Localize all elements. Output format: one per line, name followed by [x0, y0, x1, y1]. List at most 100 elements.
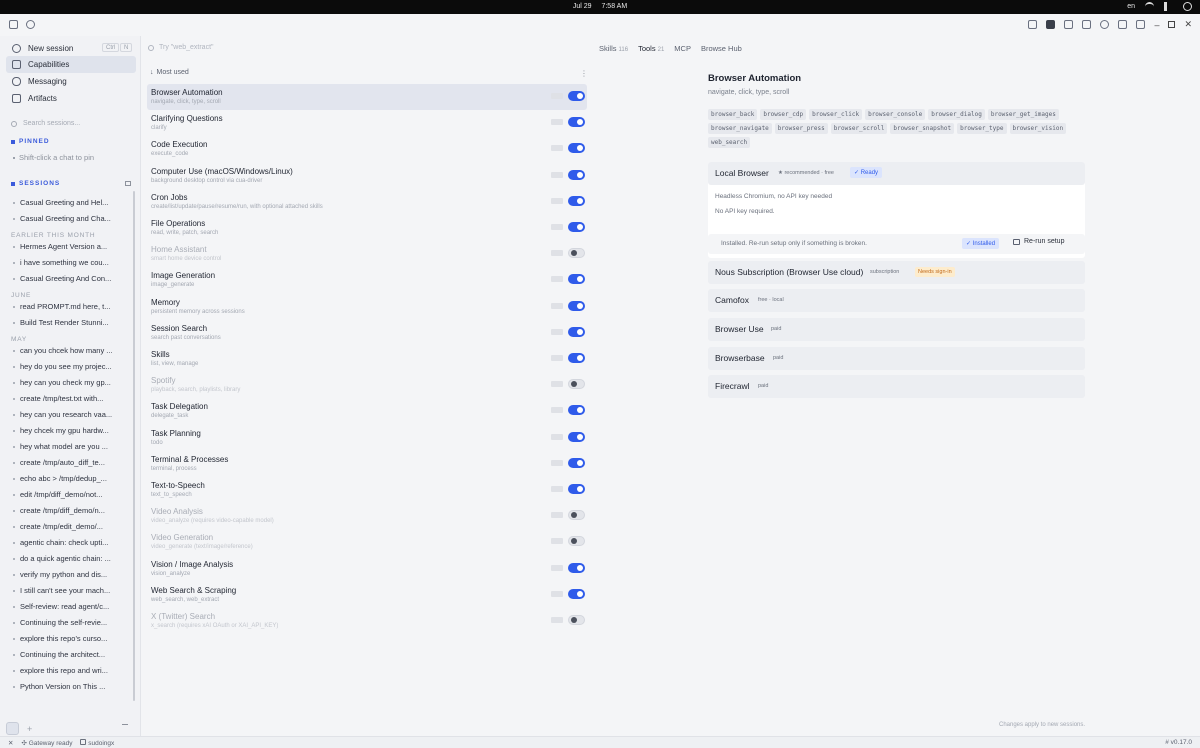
session-item[interactable]: explore this repo's curso...: [13, 634, 125, 643]
tool-config-chip[interactable]: [551, 171, 563, 178]
tool-toggle[interactable]: [568, 195, 585, 206]
tool-config-chip[interactable]: [551, 433, 563, 440]
tool-config-chip[interactable]: [551, 617, 563, 623]
tool-toggle[interactable]: [568, 143, 585, 154]
tool-row[interactable]: Spotify playback, search, playlists, libr…: [147, 372, 587, 398]
tool-row[interactable]: Skills list, view, manage: [147, 346, 587, 372]
tool-config-chip[interactable]: [551, 197, 563, 204]
provider-camofox[interactable]: Camofox free · local: [708, 289, 1085, 312]
tool-config-chip[interactable]: [551, 355, 563, 361]
collapse-icon[interactable]: [122, 724, 128, 725]
image-view-icon[interactable]: [1082, 20, 1092, 29]
tool-toggle[interactable]: [568, 91, 585, 101]
session-item[interactable]: hey can you check my gp...: [13, 378, 125, 387]
os-clock[interactable]: Jul 29 7:58 AM: [0, 3, 1200, 10]
tool-config-chip[interactable]: [551, 512, 563, 519]
tool-toggle[interactable]: [568, 379, 585, 390]
session-item[interactable]: Build Test Render Stunni...: [13, 318, 125, 327]
close-icon[interactable]: ✕: [1184, 19, 1192, 30]
session-item[interactable]: verify my python and dis...: [13, 570, 125, 579]
gateway-status[interactable]: ✣ Gateway ready: [21, 739, 72, 747]
tab-tools[interactable]: Tools 21: [638, 44, 664, 53]
session-item[interactable]: create /tmp/test.txt with...: [13, 394, 125, 403]
tool-row[interactable]: Browser Automation navigate, click, type,…: [147, 84, 587, 110]
tool-row[interactable]: Home Assistant smart home device control: [147, 241, 587, 267]
tab-mcp[interactable]: MCP: [674, 44, 691, 53]
tool-toggle[interactable]: [568, 457, 585, 468]
session-item[interactable]: i have something we cou...: [13, 258, 125, 267]
nav-artifacts[interactable]: Artifacts: [6, 90, 136, 107]
rerun-setup-button[interactable]: Re-run setup: [1013, 238, 1064, 245]
add-icon[interactable]: +: [27, 724, 32, 734]
session-item[interactable]: Self-review: read agent/c...: [13, 602, 125, 611]
session-item[interactable]: agentic chain: check upti...: [13, 538, 125, 547]
session-item[interactable]: hey chcek my gpu hardw...: [13, 426, 125, 435]
tool-config-chip[interactable]: [551, 93, 563, 99]
tool-config-chip[interactable]: [551, 564, 563, 571]
tool-row[interactable]: Computer Use (macOS/Windows/Linux) backgr…: [147, 163, 587, 189]
tool-toggle[interactable]: [568, 248, 585, 259]
nav-capabilities[interactable]: Capabilities: [6, 56, 136, 73]
tool-toggle[interactable]: [568, 353, 585, 363]
tool-toggle[interactable]: [568, 274, 585, 285]
tool-row[interactable]: Text-to-Speech text_to_speech: [147, 477, 587, 503]
session-item[interactable]: can you chcek how many ...: [13, 346, 125, 355]
tool-toggle[interactable]: [568, 562, 585, 573]
session-item[interactable]: Python Version on This ...: [13, 682, 125, 691]
session-item[interactable]: Hermes Agent Version a...: [13, 242, 125, 251]
tool-row[interactable]: Video Analysis video_analyze (requires vi…: [147, 503, 587, 529]
session-item[interactable]: Casual Greeting And Con...: [13, 274, 125, 283]
tool-row[interactable]: Vision / Image Analysis vision_analyze: [147, 556, 587, 582]
session-item[interactable]: explore this repo and wri...: [13, 666, 125, 675]
tool-toggle[interactable]: [568, 588, 585, 599]
tool-row[interactable]: Clarifying Questions clarify: [147, 110, 587, 136]
tool-config-chip[interactable]: [551, 250, 563, 257]
tool-row[interactable]: Image Generation image_generate: [147, 267, 587, 293]
tool-toggle[interactable]: [568, 510, 585, 521]
tool-config-chip[interactable]: [551, 538, 563, 545]
provider-browserbase[interactable]: Browserbase paid: [708, 347, 1085, 370]
tool-row[interactable]: Terminal & Processes terminal, process: [147, 451, 587, 477]
session-search[interactable]: Search sessions...: [11, 120, 80, 127]
tool-toggle[interactable]: [568, 484, 585, 494]
session-item[interactable]: I still can't see your mach...: [13, 586, 125, 595]
window-control-icon[interactable]: [1136, 20, 1146, 29]
panel-layout-icon[interactable]: [1028, 20, 1038, 29]
tool-toggle[interactable]: [568, 169, 585, 180]
tool-config-chip[interactable]: [551, 328, 563, 335]
minimize-icon[interactable]: –: [1154, 20, 1159, 30]
session-item[interactable]: hey can you research vaa...: [13, 410, 125, 419]
language-indicator[interactable]: en: [1127, 3, 1135, 10]
tool-config-chip[interactable]: [551, 407, 563, 414]
tool-config-chip[interactable]: [551, 276, 563, 283]
tool-config-chip[interactable]: [551, 381, 563, 388]
tool-toggle[interactable]: [568, 405, 585, 416]
session-item[interactable]: create /tmp/diff_demo/n...: [13, 506, 125, 515]
sidebar-scrollbar[interactable]: [133, 191, 135, 701]
session-item[interactable]: do a quick agentic chain: ...: [13, 554, 125, 563]
volume-icon[interactable]: [1164, 2, 1173, 11]
tool-row[interactable]: Session Search search past conversations: [147, 320, 587, 346]
terminal-icon[interactable]: [1118, 20, 1128, 29]
tool-row[interactable]: X (Twitter) Search x_search (requires xAI…: [147, 608, 587, 634]
refresh-icon[interactable]: [26, 20, 35, 29]
more-options-icon[interactable]: ⋮: [580, 69, 588, 78]
pinned-header[interactable]: PINNED: [11, 138, 50, 145]
user-indicator[interactable]: sudoingx: [80, 739, 114, 747]
provider-nous-subscription[interactable]: Nous Subscription (Browser Use cloud) su…: [708, 261, 1085, 284]
provider-firecrawl[interactable]: Firecrawl paid: [708, 375, 1085, 398]
sort-dropdown[interactable]: ↓ Most used: [150, 69, 189, 76]
tool-toggle[interactable]: [568, 117, 585, 128]
tool-toggle[interactable]: [568, 431, 585, 442]
session-item[interactable]: create /tmp/auto_diff_te...: [13, 458, 125, 467]
tool-config-chip[interactable]: [551, 590, 563, 597]
home-button[interactable]: [6, 722, 19, 735]
tool-row[interactable]: Memory persistent memory across sessions: [147, 294, 587, 320]
tool-toggle[interactable]: [568, 615, 585, 625]
session-item[interactable]: edit /tmp/diff_demo/not...: [13, 490, 125, 499]
tool-toggle[interactable]: [568, 222, 585, 232]
session-item[interactable]: Continuing the self-revie...: [13, 618, 125, 627]
tool-row[interactable]: File Operations read, write, patch, searc…: [147, 215, 587, 241]
sessions-header[interactable]: SESSIONS: [11, 180, 60, 187]
tool-config-chip[interactable]: [551, 224, 563, 230]
